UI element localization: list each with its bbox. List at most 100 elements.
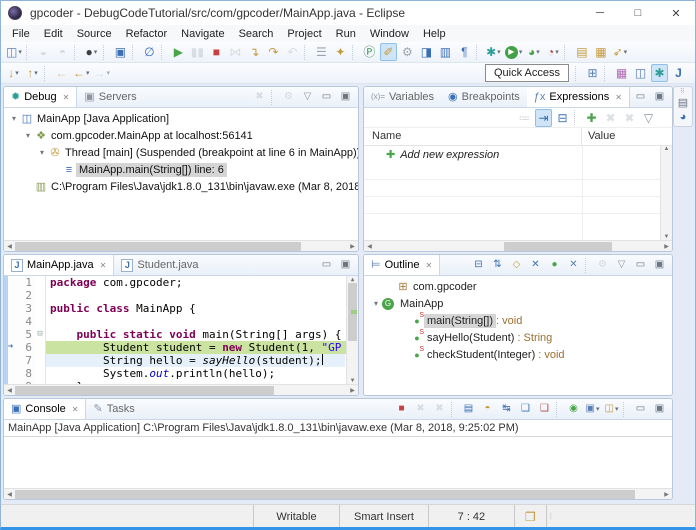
last-edit-location-icon[interactable]: ← xyxy=(53,64,70,82)
tab-student-java[interactable]: J Student.java xyxy=(114,255,205,275)
tab-console[interactable]: ▣ Console ✕ xyxy=(4,399,87,419)
drop-to-frame-icon[interactable]: ☰ xyxy=(313,43,330,61)
minimize-icon[interactable]: ▭ xyxy=(632,400,649,418)
tab-outline[interactable]: ⊨ Outline ✕ xyxy=(364,255,441,275)
minimize-icon[interactable]: ▭ xyxy=(632,88,649,106)
chevron-down-icon[interactable]: ▾ xyxy=(8,114,20,123)
cheatsheet-icon[interactable]: ◕ xyxy=(680,112,687,123)
profile-launch-icon[interactable]: ◔ ▾ xyxy=(544,43,561,61)
scroll-left-icon[interactable]: ◀ xyxy=(4,243,15,250)
dropdown-arrow-icon[interactable]: ▾ xyxy=(497,48,501,56)
scroll-left-icon[interactable]: ◀ xyxy=(364,243,375,250)
view-menu-icon[interactable]: ▽ xyxy=(640,109,657,127)
show-whitespace-icon[interactable]: ¶ xyxy=(456,43,473,61)
outline-item[interactable]: ● Smain(String[]) : void xyxy=(364,312,672,329)
breakpoint-gutter[interactable] xyxy=(4,289,17,302)
scroll-right-icon[interactable]: ▶ xyxy=(347,387,358,394)
add-expression-icon[interactable]: ✚ xyxy=(583,109,600,127)
breakpoint-marker-icon[interactable]: ➜ xyxy=(4,341,17,354)
show-logical-structure-icon[interactable]: ⇥ xyxy=(535,108,552,127)
code-line[interactable]: 1 package com.gpcoder; xyxy=(4,276,345,289)
close-icon[interactable]: ✕ xyxy=(425,261,432,270)
step-into-icon[interactable]: ↴ xyxy=(246,43,263,61)
scroll-down-icon[interactable]: ▼ xyxy=(347,377,358,384)
outline-item[interactable]: ▾ G MainApp xyxy=(364,295,672,312)
dropdown-arrow-icon[interactable]: ▾ xyxy=(107,69,111,77)
dropdown-arrow-icon[interactable]: ▾ xyxy=(34,69,38,77)
menu-edit[interactable]: Edit xyxy=(37,27,70,41)
collapse-all-icon[interactable]: ⊟ xyxy=(470,256,487,274)
back-icon[interactable]: ← ▾ xyxy=(72,64,91,82)
dropdown-arrow-icon[interactable]: ▾ xyxy=(536,48,540,56)
scroll-down-icon[interactable]: ▼ xyxy=(661,234,672,240)
dropdown-arrow-icon[interactable]: ▾ xyxy=(555,48,559,56)
chevron-down-icon[interactable]: ▾ xyxy=(370,299,382,308)
user-account-icon[interactable]: ● ▾ xyxy=(83,43,100,61)
breakpoint-gutter[interactable] xyxy=(4,276,17,289)
java-perspective-icon[interactable]: J xyxy=(670,64,687,82)
breakpoint-gutter[interactable] xyxy=(4,328,17,341)
import-project-icon[interactable]: ▦ xyxy=(592,43,609,61)
open-artifact-icon[interactable]: ▤ xyxy=(573,43,590,61)
open-type-icon[interactable]: Ⓟ xyxy=(361,43,378,61)
collapse-all-icon[interactable]: ⊟ xyxy=(554,109,571,127)
launch-toolbar-icon[interactable]: ➶ ▾ xyxy=(611,43,628,61)
code-line[interactable]: 8 System.out.println(hello); xyxy=(4,367,345,380)
column-header-name[interactable]: Name xyxy=(364,128,582,145)
close-icon[interactable]: ✕ xyxy=(63,93,70,102)
pin-console-icon[interactable]: ◉ xyxy=(565,400,582,418)
quick-access-button[interactable]: Quick Access xyxy=(484,64,569,82)
dropdown-arrow-icon[interactable]: ▾ xyxy=(94,48,98,56)
menu-source[interactable]: Source xyxy=(70,27,119,41)
next-annotation-icon[interactable]: ↓ ▾ xyxy=(5,64,22,82)
dropdown-arrow-icon[interactable]: ▾ xyxy=(15,69,19,77)
insert-mode-status[interactable]: Smart Insert xyxy=(339,505,428,527)
menu-window[interactable]: Window xyxy=(363,27,416,41)
minimize-icon[interactable]: ▭ xyxy=(318,256,335,274)
view-menu-icon[interactable]: ▽ xyxy=(613,256,630,274)
fold-collapse-icon[interactable]: ⊟ xyxy=(35,328,46,341)
debug-tree-item[interactable]: ▾ ✇ Thread [main] (Suspended (breakpoint a… xyxy=(4,144,358,161)
debug-perspective-icon[interactable]: ✱ xyxy=(651,64,668,82)
tab-expressions[interactable]: ƒx Expressions ✕ xyxy=(526,87,630,107)
maximize-icon[interactable]: ▣ xyxy=(337,256,354,274)
display-console-icon[interactable]: ▣ ▾ xyxy=(584,400,601,418)
add-new-expression-row[interactable]: ✚ Add new expression xyxy=(364,146,672,163)
drag-handle[interactable]: ⠿ xyxy=(680,88,685,95)
maximize-icon[interactable]: ▣ xyxy=(337,88,354,106)
dropdown-arrow-icon[interactable]: ▾ xyxy=(18,48,22,56)
outline-item[interactable]: ● SsayHello(Student) : String xyxy=(364,329,672,346)
javaee-perspective-icon[interactable]: ▦ xyxy=(613,64,630,82)
code-line[interactable]: 2 xyxy=(4,289,345,302)
scroll-right-icon[interactable]: ▶ xyxy=(347,243,358,250)
debug-tree-item[interactable]: ▥ C:\Program Files\Java\jdk1.8.0_131\bin\… xyxy=(4,178,358,195)
menu-file[interactable]: File xyxy=(5,27,37,41)
debug-tree-item[interactable]: ≡ MainApp.main(String[]) line: 6 xyxy=(4,161,358,178)
expressions-vscrollbar[interactable]: ▲ ▼ xyxy=(660,146,672,240)
maximize-icon[interactable]: ▣ xyxy=(651,400,668,418)
breakpoint-gutter[interactable] xyxy=(4,380,17,384)
console-hscrollbar[interactable]: ◀ ▶ xyxy=(4,488,672,499)
terminate-icon[interactable]: ■ xyxy=(208,43,225,61)
close-icon[interactable]: ✕ xyxy=(100,261,107,270)
code-line[interactable]: 9 } xyxy=(4,380,345,384)
tab-mainapp-java[interactable]: J MainApp.java ✕ xyxy=(4,255,115,275)
breakpoint-gutter[interactable] xyxy=(4,367,17,380)
chevron-down-icon[interactable]: ▾ xyxy=(22,131,34,140)
scroll-right-icon[interactable]: ▶ xyxy=(661,491,672,498)
hide-static-members-icon[interactable]: ✕ xyxy=(527,256,544,274)
open-task-icon[interactable]: ◨ xyxy=(418,43,435,61)
breakpoint-gutter[interactable] xyxy=(4,302,17,315)
debug-tree-item[interactable]: ▾ ◫ MainApp [Java Application] xyxy=(4,110,358,127)
tab-variables[interactable]: (x)= Variables xyxy=(364,87,441,107)
externalize-strings-icon[interactable]: ⚙ xyxy=(399,43,416,61)
menu-navigate[interactable]: Navigate xyxy=(174,27,231,41)
hide-local-types-icon[interactable]: ✕ xyxy=(565,256,582,274)
new-wizard-icon[interactable]: ◫ ▾ xyxy=(5,43,23,61)
menu-run[interactable]: Run xyxy=(329,27,363,41)
debug-hscrollbar[interactable]: ◀ ▶ xyxy=(4,240,358,251)
tab-breakpoints[interactable]: ◉ Breakpoints xyxy=(441,87,527,107)
code-line[interactable]: 5 ⊟ public static void main(String[] args… xyxy=(4,328,345,341)
open-perspective-icon[interactable]: ⊞ xyxy=(584,64,601,82)
open-console-icon[interactable]: ◫ ▾ xyxy=(603,400,620,418)
